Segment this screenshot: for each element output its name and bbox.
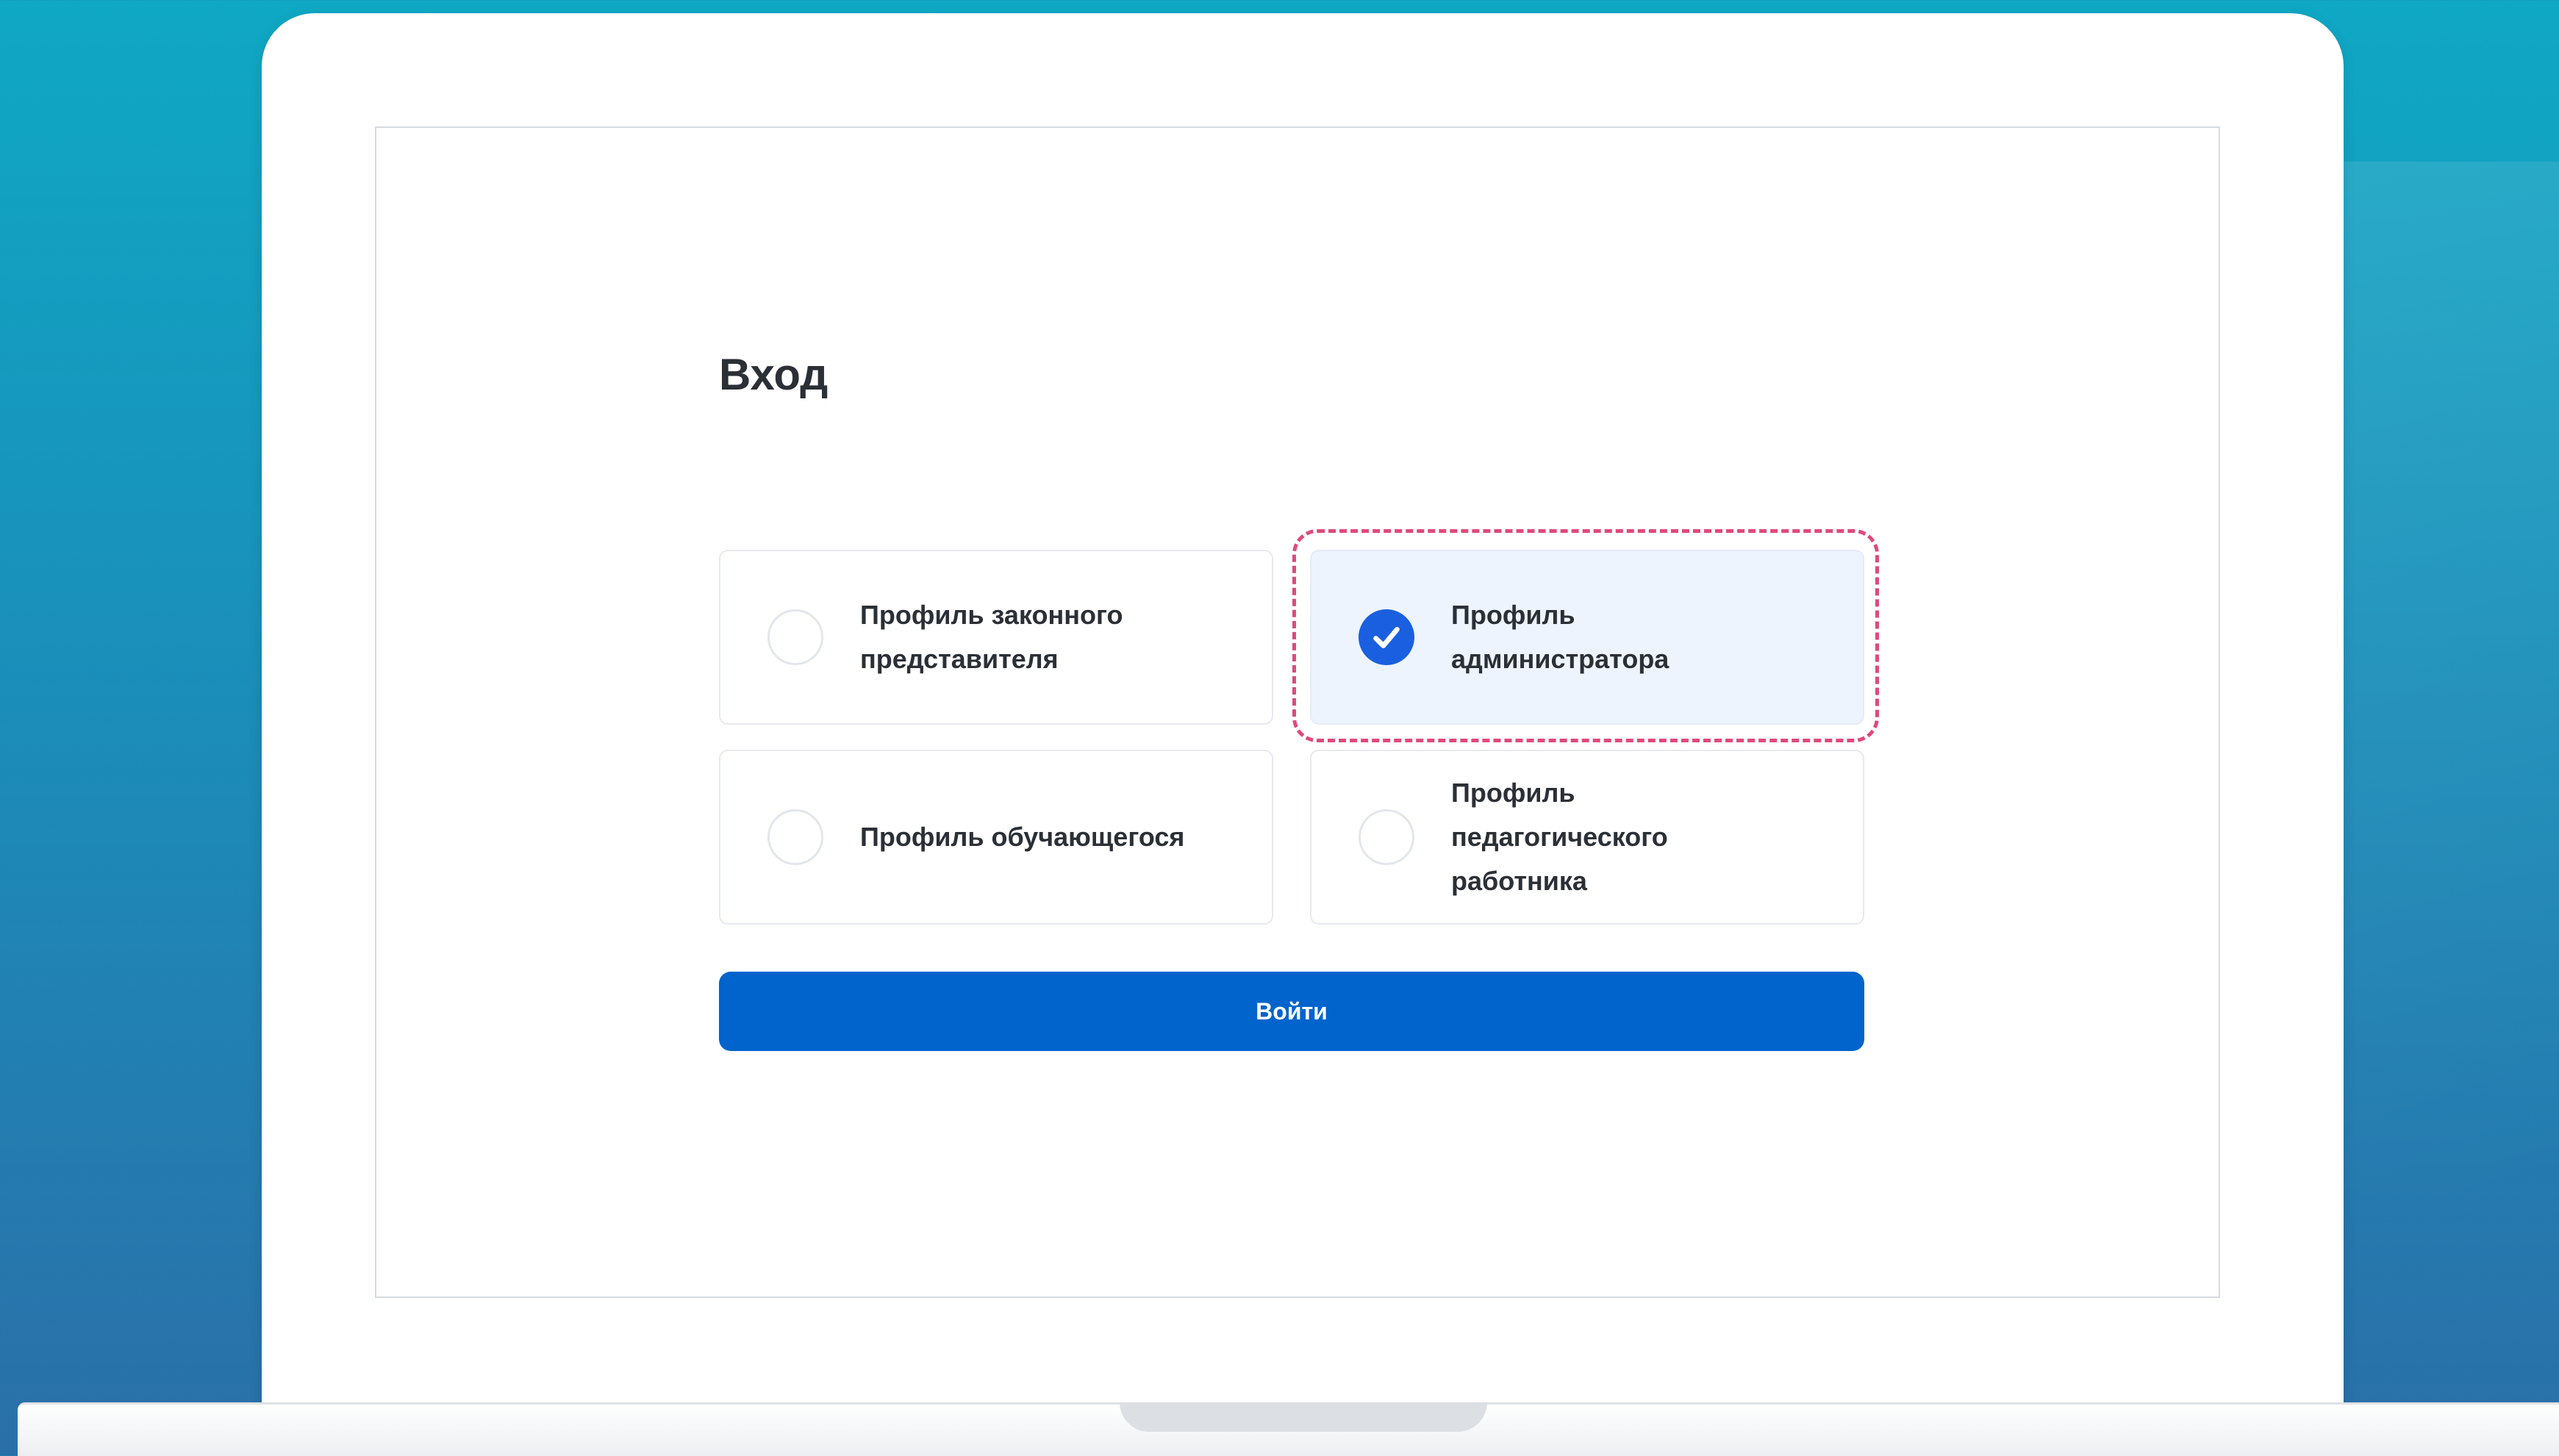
laptop-notch bbox=[1120, 1402, 1487, 1432]
profile-option-label: Профиль педагогического работника bbox=[1451, 778, 1668, 896]
profile-option-teacher[interactable]: Профиль педагогического работника bbox=[1310, 750, 1864, 925]
profile-option-legal-representative[interactable]: Профиль законного представителя bbox=[719, 550, 1273, 725]
profile-option-label: Профиль администратора bbox=[1451, 600, 1669, 674]
empty-circle-icon[interactable] bbox=[1359, 809, 1414, 865]
login-button[interactable]: Войти bbox=[719, 972, 1864, 1051]
page-title: Вход bbox=[719, 350, 828, 399]
empty-circle-icon[interactable] bbox=[767, 609, 823, 665]
profile-option-label: Профиль законного представителя bbox=[860, 600, 1123, 674]
profile-option-student[interactable]: Профиль обучающегося bbox=[719, 750, 1273, 925]
profile-options: Профиль законного представителя Профиль … bbox=[719, 529, 1879, 925]
login-panel: Вход Профиль законного представителя Про… bbox=[719, 345, 1879, 1051]
empty-circle-icon[interactable] bbox=[767, 809, 823, 865]
profile-option-label: Профиль обучающегося bbox=[860, 822, 1185, 852]
check-circle-icon[interactable] bbox=[1359, 609, 1414, 665]
profile-option-administrator[interactable]: Профиль администратора bbox=[1292, 529, 1879, 742]
